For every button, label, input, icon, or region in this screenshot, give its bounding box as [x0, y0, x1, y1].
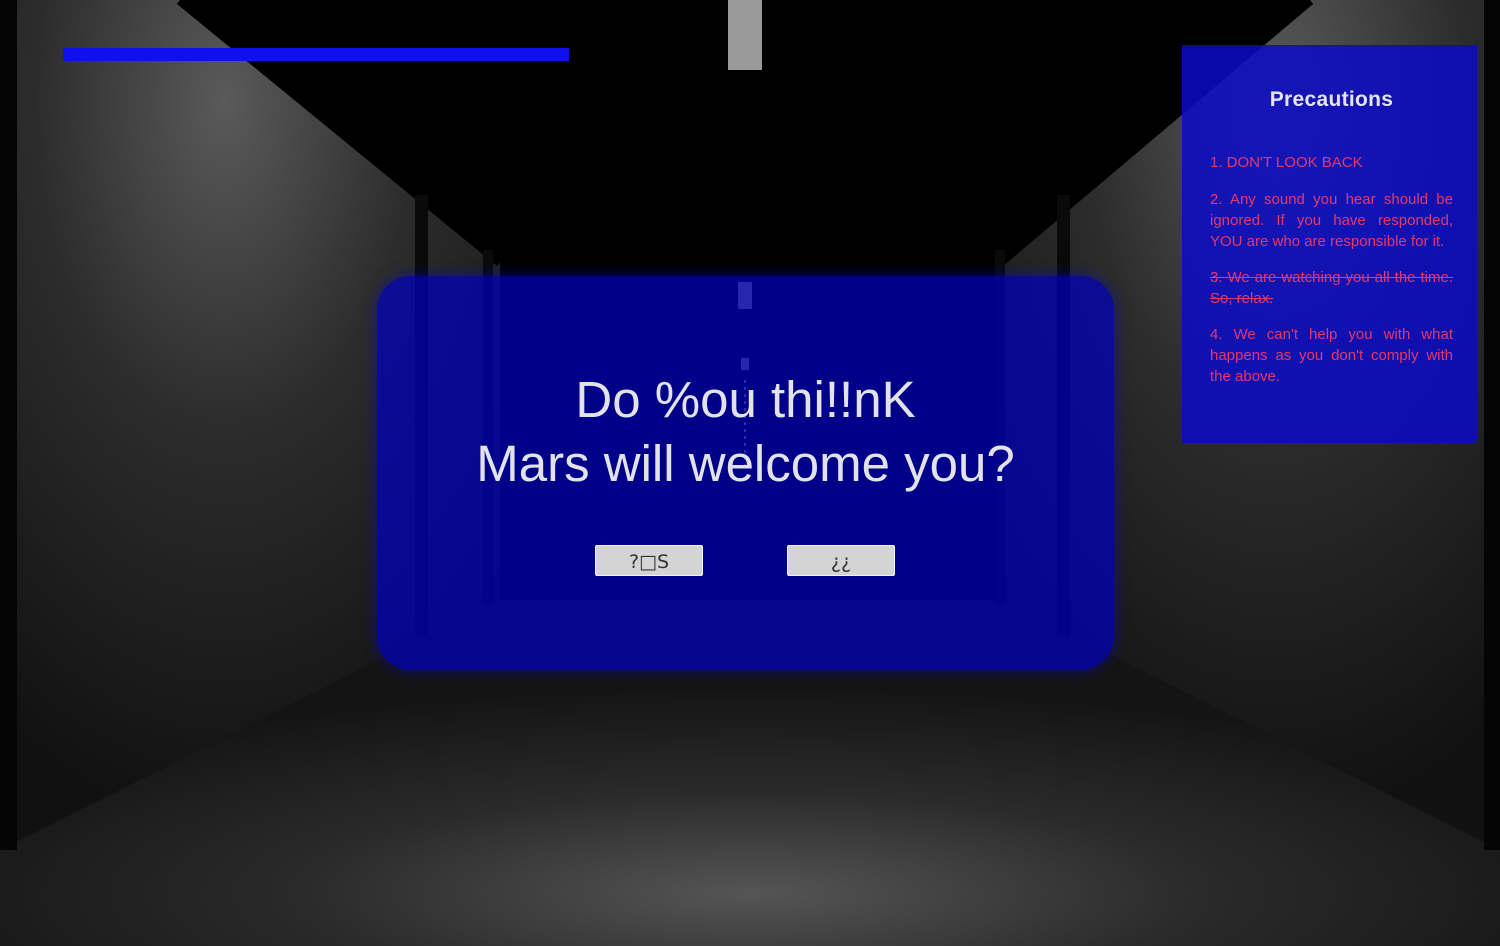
dialog-question: Do %ou thi!!nK Mars will welcome you? [377, 368, 1114, 496]
precaution-rule-1: 1. DON'T LOOK BACK [1210, 154, 1363, 171]
no-button[interactable]: ¿¿ [787, 545, 895, 576]
precaution-rule-2: 2. Any sound you hear should be ignored.… [1210, 191, 1453, 250]
question-line-1: Do %ou thi!!nK [575, 371, 916, 428]
yes-button[interactable]: ?□S [595, 545, 703, 576]
precautions-panel: Precautions 1. DON'T LOOK BACK 2. Any so… [1182, 45, 1477, 443]
precaution-rule-3-struck: 3. We are watching you all the time. So,… [1210, 269, 1453, 307]
game-viewport: Do %ou thi!!nK Mars will welcome you? ?□… [0, 0, 1500, 946]
progress-bar-fill [63, 48, 570, 61]
precaution-rule-4: 4. We can't help you with what happens a… [1210, 326, 1453, 385]
progress-bar [63, 48, 936, 61]
question-dialog: Do %ou thi!!nK Mars will welcome you? ?□… [377, 276, 1114, 670]
precautions-title: Precautions [1269, 88, 1394, 111]
question-line-2: Mars will welcome you? [476, 435, 1015, 492]
